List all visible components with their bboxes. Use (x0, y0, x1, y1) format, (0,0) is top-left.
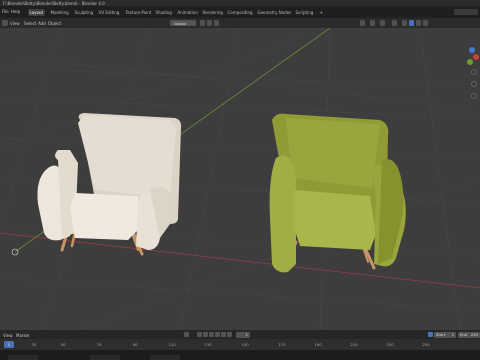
status-bar (0, 350, 480, 360)
menu-help[interactable]: Help (11, 9, 20, 14)
tab-texture-paint[interactable]: Texture Paint (124, 9, 153, 16)
ruler-tick: 90 (132, 342, 138, 347)
ruler-tick: 170 (278, 342, 286, 347)
ruler-tick: 70 (96, 342, 102, 347)
menu-object[interactable]: Object (48, 21, 61, 26)
viewport-header: View Select Add Object Global (0, 18, 480, 28)
tab-shading[interactable]: Shading (154, 9, 173, 16)
tab-modeling[interactable]: Modeling (49, 9, 70, 16)
menu-file[interactable]: File (2, 9, 9, 14)
status-hint-menu (150, 355, 180, 360)
status-hint-select (8, 355, 38, 360)
use-preview-range-icon[interactable] (428, 332, 433, 337)
ruler-tick: 210 (350, 342, 358, 347)
transform-orientation-dropdown[interactable]: Global (170, 20, 196, 26)
3d-viewport[interactable] (0, 28, 480, 330)
play-reverse-icon[interactable] (209, 332, 214, 337)
add-workspace-button[interactable]: + (318, 9, 324, 16)
tab-rendering[interactable]: Rendering (201, 9, 224, 16)
tab-animation[interactable]: Animation (176, 9, 199, 16)
timeline-header: View Marker 1 Start 1 End 250 (0, 330, 480, 339)
timeline-ruler[interactable]: 1 30 50 70 90 110 130 150 170 190 210 23… (0, 339, 480, 350)
ruler-tick: 30 (31, 342, 37, 347)
tab-sculpting[interactable]: Sculpting (73, 9, 95, 16)
playhead[interactable]: 1 (4, 341, 14, 348)
tab-geometry-nodes[interactable]: Geometry Nodes (256, 9, 293, 16)
tab-compositing[interactable]: Compositing (226, 9, 254, 16)
menu-add[interactable]: Add (38, 21, 46, 26)
tab-layout[interactable]: Layout (28, 8, 45, 16)
ruler-tick: 110 (168, 342, 176, 347)
tab-scripting[interactable]: Scripting (294, 9, 315, 16)
ruler-tick: 230 (386, 342, 394, 347)
shading-material-icon[interactable] (416, 20, 421, 26)
visibility-icon[interactable] (360, 20, 365, 26)
shading-wireframe-icon[interactable] (402, 20, 407, 26)
snap-icon[interactable] (207, 20, 212, 26)
jump-end-icon[interactable] (227, 332, 232, 337)
next-keyframe-icon[interactable] (221, 332, 226, 337)
ruler-tick: 190 (314, 342, 322, 347)
timeline-marker-menu[interactable]: Marker (16, 333, 30, 338)
pivot-icon[interactable] (200, 20, 205, 26)
tab-uv-editing[interactable]: UV Editing (97, 9, 121, 16)
menu-select[interactable]: Select (24, 21, 36, 26)
scene-selector-area (450, 6, 480, 18)
auto-keying-icon[interactable] (184, 332, 189, 337)
ruler-tick: 50 (60, 342, 66, 347)
scene-selector[interactable] (454, 9, 478, 15)
status-hint-rotate (90, 355, 120, 360)
ruler-tick: 150 (241, 342, 249, 347)
proportional-edit-icon[interactable] (214, 20, 219, 26)
top-menu-bar: File Help Layout Modeling Sculpting UV E… (0, 6, 480, 18)
ruler-tick: 130 (204, 342, 212, 347)
xray-icon[interactable] (392, 20, 397, 26)
overlays-icon[interactable] (380, 20, 385, 26)
start-frame-field[interactable]: Start 1 (434, 331, 456, 338)
shading-rendered-icon[interactable] (423, 20, 428, 26)
jump-start-icon[interactable] (197, 332, 202, 337)
end-frame-field[interactable]: End 250 (458, 331, 480, 338)
menu-view[interactable]: View (10, 21, 20, 26)
shading-solid-icon[interactable] (409, 20, 414, 26)
editor-type-icon[interactable] (2, 20, 8, 26)
play-icon[interactable] (215, 332, 220, 337)
timeline-view-menu[interactable]: View (3, 333, 13, 338)
ruler-tick: 250 (422, 342, 430, 347)
window-title: F:\Blender\Betty\Blender\Betty.blend) - … (3, 0, 105, 6)
gizmo-icon[interactable] (370, 20, 375, 26)
prev-keyframe-icon[interactable] (203, 332, 208, 337)
current-frame-field[interactable]: 1 (236, 331, 250, 338)
